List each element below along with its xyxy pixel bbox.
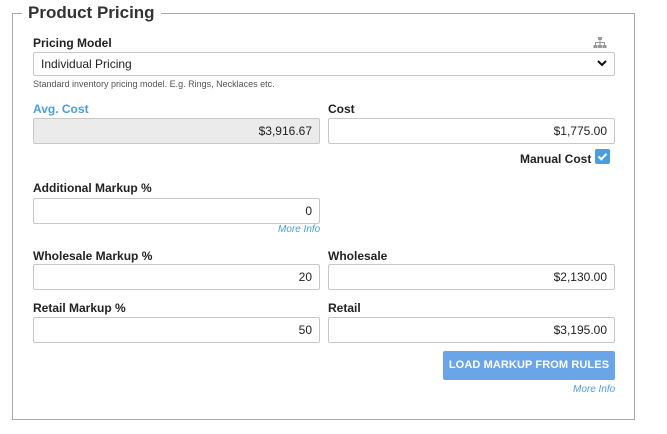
additional-markup-more-info-link[interactable]: More Info bbox=[278, 224, 320, 236]
cost-field[interactable]: $1,775.00 bbox=[328, 118, 615, 144]
pricing-model-help-text: Standard inventory pricing model. E.g. R… bbox=[33, 79, 275, 89]
load-markup-from-rules-button[interactable]: LOAD MARKUP FROM RULES bbox=[443, 351, 615, 380]
avg-cost-field: $3,916.67 bbox=[33, 118, 320, 144]
wholesale-markup-label: Wholesale Markup % bbox=[33, 249, 153, 263]
retail-markup-field[interactable]: 50 bbox=[33, 317, 320, 343]
retail-label: Retail bbox=[328, 301, 361, 315]
load-markup-more-info-link[interactable]: More Info bbox=[573, 384, 615, 396]
pricing-model-selected-value: Individual Pricing bbox=[41, 57, 132, 71]
manual-cost-checkbox[interactable] bbox=[595, 149, 610, 164]
retail-field[interactable]: $3,195.00 bbox=[328, 317, 615, 343]
wholesale-markup-field[interactable]: 20 bbox=[33, 264, 320, 290]
manual-cost-label: Manual Cost bbox=[520, 152, 592, 166]
retail-markup-label: Retail Markup % bbox=[33, 301, 126, 315]
pricing-model-label: Pricing Model bbox=[33, 36, 112, 50]
additional-markup-field[interactable]: 0 bbox=[33, 198, 320, 224]
section-title: Product Pricing bbox=[22, 2, 161, 24]
wholesale-field[interactable]: $2,130.00 bbox=[328, 264, 615, 290]
pricing-model-select[interactable]: Individual Pricing bbox=[33, 52, 615, 76]
hierarchy-icon[interactable] bbox=[593, 36, 607, 50]
cost-label: Cost bbox=[328, 102, 355, 116]
wholesale-label: Wholesale bbox=[328, 249, 388, 263]
chevron-down-icon bbox=[597, 60, 607, 67]
additional-markup-label: Additional Markup % bbox=[33, 181, 152, 195]
avg-cost-label: Avg. Cost bbox=[33, 102, 89, 116]
checkmark-icon bbox=[597, 153, 608, 161]
